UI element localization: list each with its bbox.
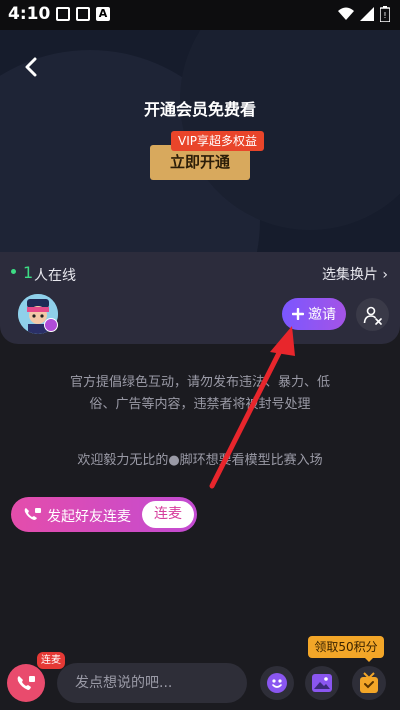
select-episode-link[interactable]: 选集换片 › xyxy=(322,264,388,284)
video-player[interactable]: 开通会员免费看 VIP享超多权益 立即开通 xyxy=(0,30,400,252)
connect-mic-call-button[interactable] xyxy=(7,664,45,702)
phone-video-icon xyxy=(24,508,41,520)
online-label: 人在线 xyxy=(34,268,76,284)
gift-box-icon xyxy=(360,672,378,693)
plus-icon xyxy=(292,308,304,320)
wifi-icon xyxy=(338,7,354,20)
host-badge-icon xyxy=(44,318,58,332)
a-icon: A xyxy=(96,7,110,21)
tv-icon xyxy=(56,7,70,21)
status-time: 4:10 xyxy=(8,4,51,24)
tv-icon xyxy=(76,7,90,21)
bottom-toolbar: 连麦 xyxy=(0,652,400,710)
start-friend-call-banner[interactable]: 发起好友连麦 连麦 xyxy=(11,497,197,532)
connect-mic-button[interactable]: 连麦 xyxy=(142,501,194,528)
svg-text:!: ! xyxy=(383,11,386,20)
status-right: ! xyxy=(338,6,390,22)
battery-icon: ! xyxy=(380,6,390,22)
chevron-left-icon xyxy=(25,57,37,77)
chat-input[interactable] xyxy=(57,663,247,703)
signal-icon xyxy=(360,7,374,21)
back-button[interactable] xyxy=(16,52,46,82)
mic-badge: 连麦 xyxy=(37,652,65,669)
room-info-card: 1 人在线 选集换片 › 邀请 xyxy=(0,252,400,344)
remove-user-button[interactable] xyxy=(356,298,389,331)
phone-video-icon xyxy=(17,676,35,690)
remove-user-icon xyxy=(363,306,382,325)
online-indicator-dot xyxy=(11,269,16,274)
gift-box-button[interactable] xyxy=(352,666,386,700)
status-app-icons: A xyxy=(56,7,110,21)
online-count: 1 xyxy=(23,263,34,282)
invite-label: 邀请 xyxy=(308,307,336,323)
emoji-button[interactable] xyxy=(260,666,294,700)
community-notice: 官方提倡绿色互动，请勿发布违法、暴力、低俗、广告等内容，违禁者将被封号处理 xyxy=(69,375,330,412)
vip-prompt-title: 开通会员免费看 xyxy=(143,100,256,119)
image-icon xyxy=(312,674,332,692)
status-bar: 4:10 A ! xyxy=(0,0,400,30)
welcome-message: 欢迎毅力无比的●脚环想要看模型比赛入场 xyxy=(77,453,323,468)
claim-points-tag[interactable]: 领取50积分 xyxy=(308,636,384,658)
invite-button[interactable]: 邀请 xyxy=(282,298,346,330)
start-friend-call-label: 发起好友连麦 xyxy=(47,509,131,525)
vip-benefit-badge: VIP享超多权益 xyxy=(171,131,264,151)
emoji-icon xyxy=(267,673,287,693)
image-button[interactable] xyxy=(305,666,339,700)
